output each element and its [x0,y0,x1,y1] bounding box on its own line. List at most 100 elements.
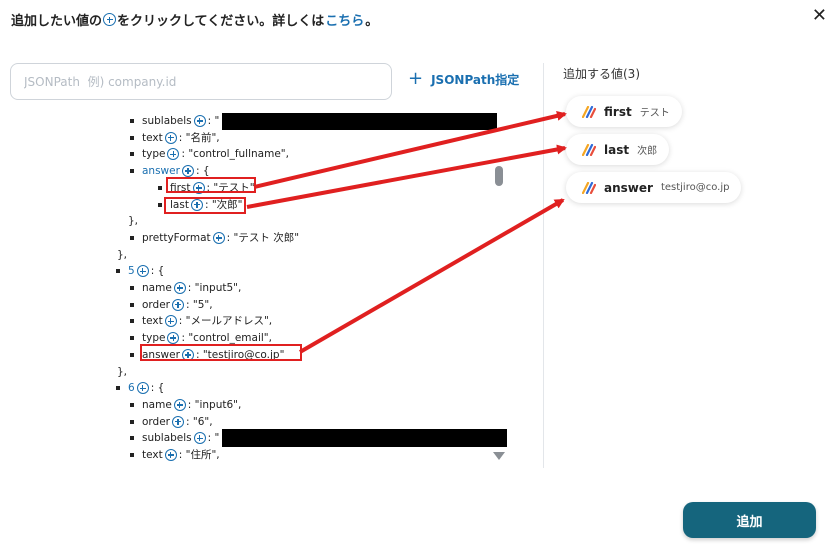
tree-brace: }, [117,248,128,261]
tree-line: sublabels : " [130,429,508,448]
add-value-icon[interactable] [136,382,149,395]
tree-value: : "5", [186,298,213,311]
add-button[interactable]: 追加 [683,502,816,538]
tree-key: text [142,315,163,328]
bullet-icon [130,453,134,457]
tree-key: answer [142,348,180,361]
jsonpath-specify-label: JSONPath指定 [431,72,520,87]
add-value-icon[interactable] [164,131,177,144]
add-value-icon[interactable] [193,115,206,127]
close-icon[interactable]: ✕ [812,7,827,25]
tree-line: text : "名前", [130,130,220,146]
tree-line: prettyFormat: "テスト 次郎" [130,230,299,246]
add-value-icon[interactable] [192,181,205,194]
tree-key: order [142,415,170,428]
tree-key: text [142,131,163,144]
add-value-icon[interactable] [172,298,184,311]
added-chip-last[interactable]: last 次郎 [566,134,670,165]
bullet-icon [130,135,134,140]
tree-line: first: "テスト" [158,180,255,196]
tree-value: : "名前", [178,131,220,144]
tree-value: : " [207,432,220,445]
chip-name: first [604,104,632,119]
tree-line: answer: { [130,163,210,179]
add-value-icon[interactable] [164,315,177,328]
bullet-icon [130,152,134,157]
add-value-icon[interactable] [190,198,203,211]
add-value-icon[interactable] [136,265,149,278]
tree-value: : "input5", [187,282,242,294]
yoom-logo-icon [582,143,596,156]
bullet-icon [130,302,134,307]
added-chip-answer[interactable]: answer testjiro@co.jp [566,172,742,203]
add-value-icon[interactable] [164,449,177,461]
redacted-block [222,429,508,448]
tree-key: name [142,398,172,411]
tree-value: : " [207,115,220,127]
add-value-icon[interactable] [167,148,180,161]
bullet-icon [130,436,134,441]
tree-brace: }, [128,215,139,228]
tree-key: sublabels [142,432,192,445]
tree-key: sublabels [142,115,192,127]
tree-line: type : "control_fullname", [130,146,289,162]
bullet-icon [130,419,134,424]
bullet-icon [130,319,134,324]
panel-divider [543,63,544,468]
bullet-icon [130,235,134,240]
chip-value: testjiro@co.jp [660,182,730,193]
tree-value: : "6", [186,415,213,428]
tree-value: : "control_fullname", [181,148,289,161]
tree-value: : { [150,265,165,278]
tree-value: : "次郎" [204,198,243,211]
tree-key: text [142,449,163,461]
tree-key: prettyFormat [142,231,211,244]
tree-key: type [142,332,166,345]
bullet-icon [130,402,134,407]
add-value-icon[interactable] [212,231,225,244]
chip-value: 次郎 [637,146,658,157]
add-value-icon[interactable] [173,282,186,294]
tree-key: type [142,464,165,465]
tree-line: order: "5", [130,297,213,313]
add-value-icon[interactable] [173,398,186,411]
tree-line: last : "次郎" [158,197,243,213]
bullet-icon [130,352,134,357]
bullet-icon [130,336,134,341]
tree-line: 6 : { [116,380,164,396]
chip-value: テスト [639,108,670,119]
tree-line: order : "6", [130,414,213,430]
jsonpath-specify-button[interactable]: + JSONPath指定 [408,70,519,88]
tree-key: last [170,198,189,211]
tree-line: name: "input5", [130,280,241,296]
added-chip-first[interactable]: first テスト [566,96,682,127]
add-value-icon[interactable] [181,165,194,178]
yoom-logo-icon [582,105,596,118]
tree-line: }, [117,364,127,380]
tree-value: : { [195,165,210,178]
tree-line: text : "住所", [130,447,220,463]
tree-line: answer : "testjiro@co.jp" [130,347,284,363]
dialog-title: 追加したい値の をクリックしてください。詳しくは こちら 。 [11,10,378,29]
add-value-icon[interactable] [193,432,206,445]
jsonpath-search-input[interactable] [10,63,392,100]
scrollbar-thumb[interactable] [495,166,503,186]
add-value-icon[interactable] [181,348,194,361]
bullet-icon [130,119,134,123]
add-value-icon[interactable] [167,332,180,345]
help-link[interactable]: こちら [325,10,364,29]
tree-key: 5 [128,265,135,278]
tree-key: type [142,148,166,161]
scroll-down-arrow-icon[interactable] [493,452,505,460]
tree-value: : "メールアドレス", [178,315,273,328]
json-tree-viewer[interactable]: sublabels : " text : "名前", type : "control_fu… [100,113,510,465]
add-value-icon[interactable] [172,415,184,428]
tree-value: : { [150,382,165,395]
tree-key: 6 [128,382,135,395]
tree-value: : "testjiro@co.jp" [195,348,285,361]
tree-line: 5 : { [116,263,164,279]
tree-key: first [170,181,191,194]
tree-line: type: "control_email", [130,330,272,346]
bullet-icon [130,286,134,290]
tree-value: : "住所", [178,449,220,461]
